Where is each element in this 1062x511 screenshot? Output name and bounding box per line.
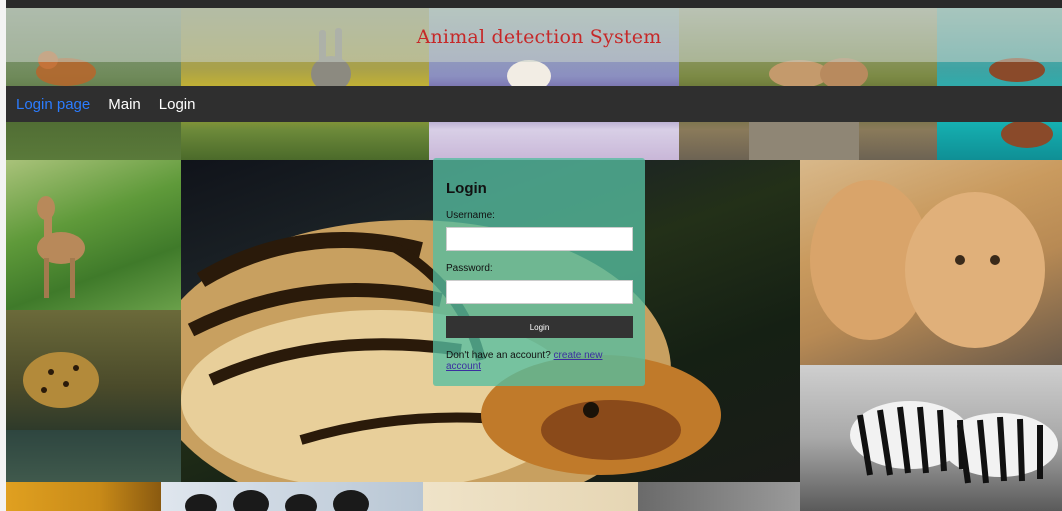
gray-photo <box>638 482 800 511</box>
username-input[interactable] <box>446 227 633 251</box>
lions-photo <box>800 160 1062 365</box>
penguins-photo <box>161 482 423 511</box>
navbar: Login page Main Login <box>6 86 1062 122</box>
login-title: Login <box>446 180 487 197</box>
header-banner: Animal detection System <box>6 8 1062 86</box>
login-form-card: Login Username: Password: Login Don't ha… <box>433 158 645 386</box>
zebras-photo <box>800 365 1062 511</box>
signup-prompt-text: Don't have an account? <box>446 350 551 361</box>
savanna-photo <box>423 482 638 511</box>
nav-link-login-page[interactable]: Login page <box>16 96 90 113</box>
jaguar-photo <box>6 310 181 482</box>
password-label: Password: <box>446 263 493 274</box>
signup-prompt: Don't have an account? create new accoun… <box>446 350 633 372</box>
flower-photo <box>6 482 161 511</box>
login-button[interactable]: Login <box>446 316 633 338</box>
password-input[interactable] <box>446 280 633 304</box>
nav-link-login[interactable]: Login <box>159 96 196 113</box>
nav-link-main[interactable]: Main <box>108 96 141 113</box>
username-label: Username: <box>446 210 495 221</box>
deer-photo <box>6 160 181 310</box>
window-top-border <box>0 0 1062 8</box>
site-title: Animal detection System <box>416 26 662 48</box>
